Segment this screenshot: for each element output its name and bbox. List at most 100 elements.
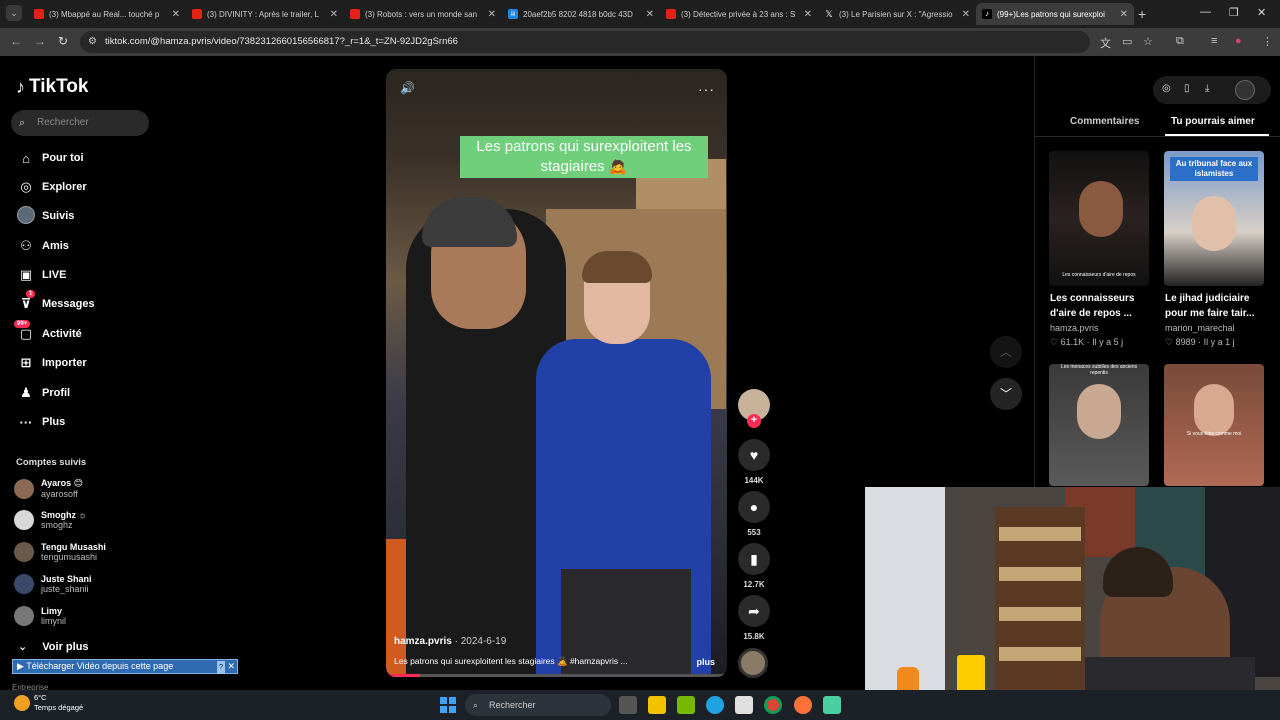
followed-account[interactable]: Juste Shani juste_shanii: [14, 574, 92, 594]
author-name[interactable]: hamza.pvris: [394, 636, 452, 647]
nav-explorer[interactable]: ◎ Explorer: [16, 177, 86, 197]
download-icon[interactable]: ⤓: [1205, 83, 1209, 94]
thumbnail-text: Les connaisseurs d'aire de repos: [1062, 272, 1136, 278]
edge-icon[interactable]: [706, 696, 724, 714]
browser-tab[interactable]: (3) DIVINITY : Après le trailer, L ✕: [186, 3, 344, 25]
video-player[interactable]: Les patrons qui surexploitent les stagia…: [386, 69, 727, 677]
taskbar-search-input[interactable]: ⌕ Rechercher: [465, 694, 611, 716]
share-button[interactable]: ➦ 15.8K: [738, 595, 770, 641]
close-tab-icon[interactable]: ✕: [488, 9, 496, 20]
search-input[interactable]: ⌕ Rechercher: [11, 110, 149, 136]
close-tab-icon[interactable]: ✕: [646, 9, 654, 20]
chevron-down-icon: ﹀: [999, 387, 1012, 401]
nav-plus[interactable]: ··· Plus: [16, 412, 66, 432]
account-name: Limy: [41, 606, 63, 616]
forward-icon[interactable]: →: [34, 34, 46, 48]
follow-plus-icon[interactable]: +: [747, 414, 761, 428]
chrome-icon[interactable]: [764, 696, 782, 714]
tab-search-button[interactable]: ⌄: [6, 5, 22, 21]
nav-profil[interactable]: ♟ Profil: [16, 383, 70, 403]
nav-activite[interactable]: ▢ 99+ Activité: [14, 320, 82, 344]
tab-suggestions[interactable]: Tu pourrais aimer: [1171, 116, 1255, 127]
video-progress-bar[interactable]: [386, 674, 727, 677]
store-icon[interactable]: [735, 696, 753, 714]
media-icon[interactable]: ≡: [1211, 35, 1217, 47]
nav-live[interactable]: ▣ LIVE: [16, 265, 67, 285]
profile-avatar-icon[interactable]: ●: [1235, 35, 1242, 47]
recommendation-title[interactable]: Les connaisseurs d'aire de repos ...: [1050, 291, 1150, 321]
recommendation-thumbnail[interactable]: Si vous êtes comme moi: [1164, 364, 1264, 486]
file-explorer-icon[interactable]: [648, 696, 666, 714]
new-tab-button[interactable]: +: [1138, 6, 1146, 22]
browser-tab[interactable]: ▤ 20aef2b5 8202 4818 b0dc 43D ✕: [502, 3, 660, 25]
cast-icon[interactable]: ▭: [1122, 35, 1132, 48]
sun-icon: [14, 695, 30, 711]
comment-button[interactable]: ● 553: [738, 491, 770, 537]
close-tab-icon[interactable]: ✕: [330, 9, 338, 20]
task-view-icon[interactable]: [619, 696, 637, 714]
windows-start-icon[interactable]: [440, 697, 456, 713]
save-button[interactable]: ▮ 12.7K: [738, 543, 770, 589]
followed-account[interactable]: Limy limynil: [14, 606, 66, 626]
back-icon[interactable]: ←: [10, 34, 22, 48]
tab-comments[interactable]: Commentaires: [1070, 116, 1139, 127]
video-options-icon[interactable]: ···: [698, 81, 715, 97]
site-settings-icon[interactable]: ⚙: [88, 31, 97, 53]
music-disc-icon[interactable]: [738, 648, 768, 678]
download-video-bar[interactable]: ▶ Télécharger Vidéo depuis cette page ? …: [12, 659, 238, 674]
firefox-icon[interactable]: [794, 696, 812, 714]
recommendation-thumbnail[interactable]: Les connaisseurs d'aire de repos: [1049, 151, 1149, 286]
nav-messages[interactable]: ⊽ 1 Messages: [16, 290, 95, 314]
close-tab-icon[interactable]: ✕: [1120, 9, 1128, 20]
browser-tab[interactable]: (3) Mbappé au Real... touché p ✕: [28, 3, 186, 25]
recommendation-thumbnail[interactable]: Les menaces subtiles des anciens repenti…: [1049, 364, 1149, 486]
volume-icon[interactable]: 🔊: [400, 81, 415, 95]
reload-icon[interactable]: ↻: [58, 34, 68, 48]
user-avatar[interactable]: [1235, 80, 1255, 100]
close-window-icon[interactable]: ✕: [1257, 6, 1266, 19]
minimize-icon[interactable]: —: [1200, 6, 1211, 18]
nav-suivis[interactable]: Suivis: [16, 205, 74, 226]
nav-importer[interactable]: ⊞ Importer: [16, 353, 87, 373]
like-button[interactable]: ♥ 144K: [738, 439, 770, 485]
weather-widget[interactable]: 6°C Temps dégagé: [14, 693, 83, 713]
followed-account[interactable]: Ayaros 😊 ayarosoff: [14, 478, 83, 499]
restore-icon[interactable]: ❐: [1229, 6, 1239, 19]
close-tab-icon[interactable]: ✕: [172, 9, 180, 20]
device-icon[interactable]: ▯: [1184, 83, 1190, 94]
expand-description-button[interactable]: plus: [696, 657, 715, 667]
nvidia-icon[interactable]: [677, 696, 695, 714]
recommendation-author[interactable]: marion_marechal: [1165, 323, 1265, 333]
recommendation-thumbnail[interactable]: Au tribunal face aux islamistes: [1164, 151, 1264, 286]
nav-pour-toi[interactable]: ⌂ Pour toi: [16, 148, 84, 168]
help-icon[interactable]: ?: [217, 661, 225, 674]
browser-menu-icon[interactable]: ⋮: [1262, 35, 1273, 48]
video-author[interactable]: hamza.pvris · 2024-6-19: [394, 636, 506, 647]
account-name: Ayaros 😊: [41, 478, 84, 488]
followed-account[interactable]: Tengu Musashi tengumusashi: [14, 542, 106, 562]
close-tab-icon[interactable]: ✕: [804, 9, 812, 20]
translate-icon[interactable]: 文: [1100, 35, 1111, 51]
app-icon[interactable]: [823, 696, 841, 714]
recommendation-author[interactable]: hamza.pvris: [1050, 323, 1150, 333]
nav-amis[interactable]: ⚇ Amis: [16, 236, 69, 256]
tiktok-icon: ♪: [982, 9, 992, 19]
address-bar[interactable]: ⚙ tiktok.com/@hamza.pvris/video/73823126…: [80, 31, 1090, 53]
close-tab-icon[interactable]: ✕: [962, 9, 970, 20]
browser-tab[interactable]: 𝕏 (3) Le Parisien sur X : "Agressio ✕: [818, 3, 976, 25]
recommendation-title[interactable]: Le jihad judiciaire pour me faire tair..…: [1165, 291, 1265, 321]
browser-tab[interactable]: (3) Détective privée à 23 ans : S ✕: [660, 3, 818, 25]
time-ago: Il y a 1 j: [1203, 337, 1235, 347]
bookmark-star-icon[interactable]: ☆: [1143, 35, 1153, 48]
browser-tab-active[interactable]: ♪ (99+)Les patrons qui surexploi ✕: [976, 3, 1134, 25]
see-more-button[interactable]: ⌄ Voir plus: [18, 640, 89, 653]
compass-icon[interactable]: ◎: [1162, 83, 1171, 94]
tiktok-logo[interactable]: ♪ TikTok: [16, 76, 88, 98]
next-video-button[interactable]: ﹀: [990, 378, 1022, 410]
browser-tab[interactable]: (3) Robots : vers un monde san ✕: [344, 3, 502, 25]
previous-video-button[interactable]: ︿: [990, 336, 1022, 368]
close-icon[interactable]: ✕: [227, 660, 235, 673]
extensions-icon[interactable]: ⧉: [1176, 35, 1184, 48]
thumbnail-face: [1079, 181, 1123, 237]
followed-account[interactable]: Smoghz ☼ smoghz: [14, 510, 87, 530]
